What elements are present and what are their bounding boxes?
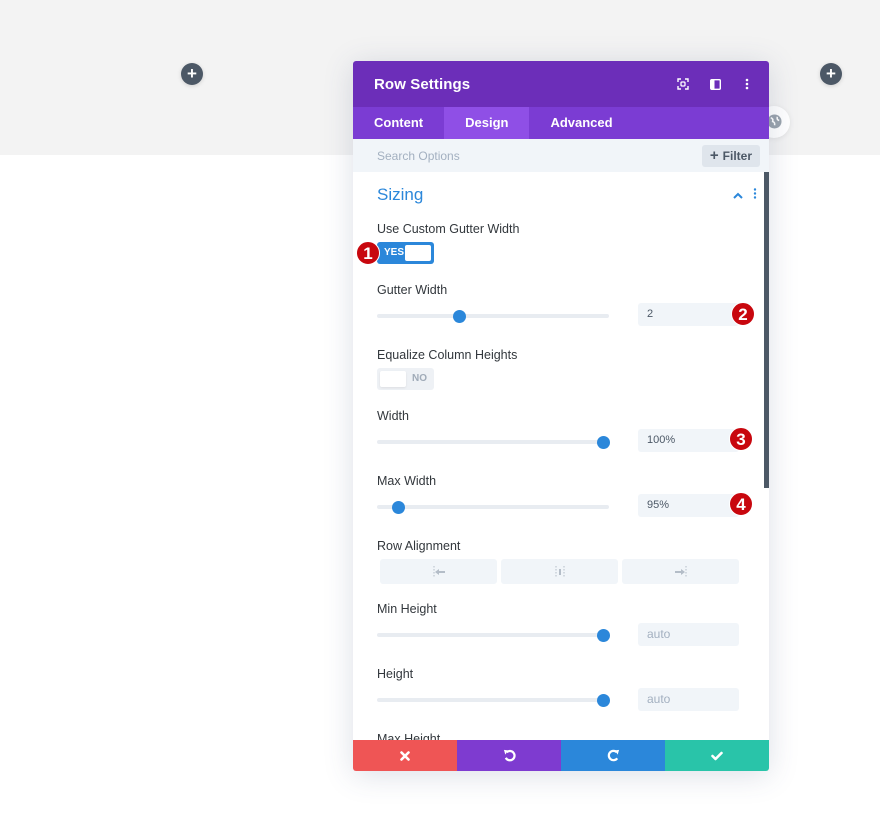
globe-icon [767,114,782,129]
plus-icon: + [709,147,719,164]
equalize-heights-label: Equalize Column Heights [377,348,518,362]
toggle-knob [380,371,406,387]
sidebar-layout-icon [709,78,721,90]
min-height-input[interactable]: auto [638,623,739,646]
slider-track [377,698,609,702]
slider-handle[interactable] [453,310,467,323]
add-row-button-left[interactable]: + [181,63,203,85]
custom-gutter-toggle[interactable]: YES [377,242,434,264]
max-height-label: Max Height [377,732,441,740]
align-right-icon [674,565,686,578]
settings-body: Sizing Use Custom Gutter Width YES 1 Gut… [353,172,769,740]
modal-title: Row Settings [374,75,471,93]
height-input[interactable]: auto [638,688,739,711]
width-slider[interactable] [377,435,610,449]
save-icon [711,751,723,760]
search-options-input[interactable] [377,148,702,163]
toggle-state-label: NO [412,373,427,384]
modal-footer [353,740,769,771]
align-center-icon [555,565,564,578]
align-center-button[interactable] [501,559,618,584]
max-width-input[interactable]: 95% [638,494,739,517]
annotation-badge-2: 2 [731,302,755,326]
tab-design[interactable]: Design [444,107,530,139]
row-alignment-label: Row Alignment [377,539,461,553]
equalize-heights-toggle[interactable]: NO [377,368,434,390]
more-options-icon [745,78,749,90]
toggle-state-label: YES [384,247,405,258]
section-header-sizing[interactable]: Sizing [377,185,757,205]
slider-handle[interactable] [597,629,610,642]
annotation-badge-3: 3 [729,427,753,451]
page: + + Row Settings Content Design Advanced [0,0,880,819]
fullscreen-icon [677,78,689,90]
width-input[interactable]: 100% [638,429,739,452]
annotation-badge-4: 4 [729,492,753,516]
chevron-up-icon[interactable] [733,188,743,202]
align-right-button[interactable] [622,559,739,584]
toggle-knob [405,245,431,261]
fullscreen-button[interactable] [667,61,699,107]
slider-track [377,440,609,444]
cancel-icon [400,750,410,761]
gutter-width-label: Gutter Width [377,283,448,297]
section-title: Sizing [377,185,424,204]
annotation-badge-1: 1 [356,241,380,265]
filter-label: Filter [722,148,752,163]
filter-button[interactable]: + Filter [701,144,760,167]
undo-icon [503,749,516,762]
undo-button[interactable] [457,740,561,771]
custom-gutter-label: Use Custom Gutter Width [377,222,520,236]
split-view-button[interactable] [699,61,731,107]
add-row-button-right[interactable]: + [820,63,842,85]
row-alignment-group [380,559,739,584]
slider-track [377,314,609,318]
section-options-icon[interactable] [753,186,757,204]
row-settings-modal: Row Settings Content Design Advanced + F… [353,61,769,771]
width-label: Width [377,409,409,423]
slider-track [377,505,609,509]
max-width-label: Max Width [377,474,437,488]
redo-icon [607,749,619,762]
scrollbar-thumb[interactable] [764,172,769,488]
align-left-button[interactable] [380,559,497,584]
max-width-slider[interactable] [377,500,609,514]
cancel-button[interactable] [353,740,457,771]
align-left-icon [433,565,445,578]
slider-track [377,633,609,637]
redo-button[interactable] [561,740,665,771]
slider-handle[interactable] [597,436,610,449]
tab-advanced[interactable]: Advanced [529,107,633,139]
save-button[interactable] [665,740,769,771]
tab-bar: Content Design Advanced [353,107,769,139]
gutter-width-input[interactable]: 2 [638,303,739,326]
height-label: Height [377,667,414,681]
min-height-label: Min Height [377,602,437,616]
gutter-width-slider[interactable] [377,309,609,323]
tab-content[interactable]: Content [353,107,444,139]
slider-handle[interactable] [392,501,406,514]
height-slider[interactable] [377,693,610,707]
modal-header: Row Settings [353,61,769,107]
slider-handle[interactable] [597,694,610,707]
more-options-button[interactable] [731,61,763,107]
search-bar: + Filter [353,139,769,172]
min-height-slider[interactable] [377,628,610,642]
